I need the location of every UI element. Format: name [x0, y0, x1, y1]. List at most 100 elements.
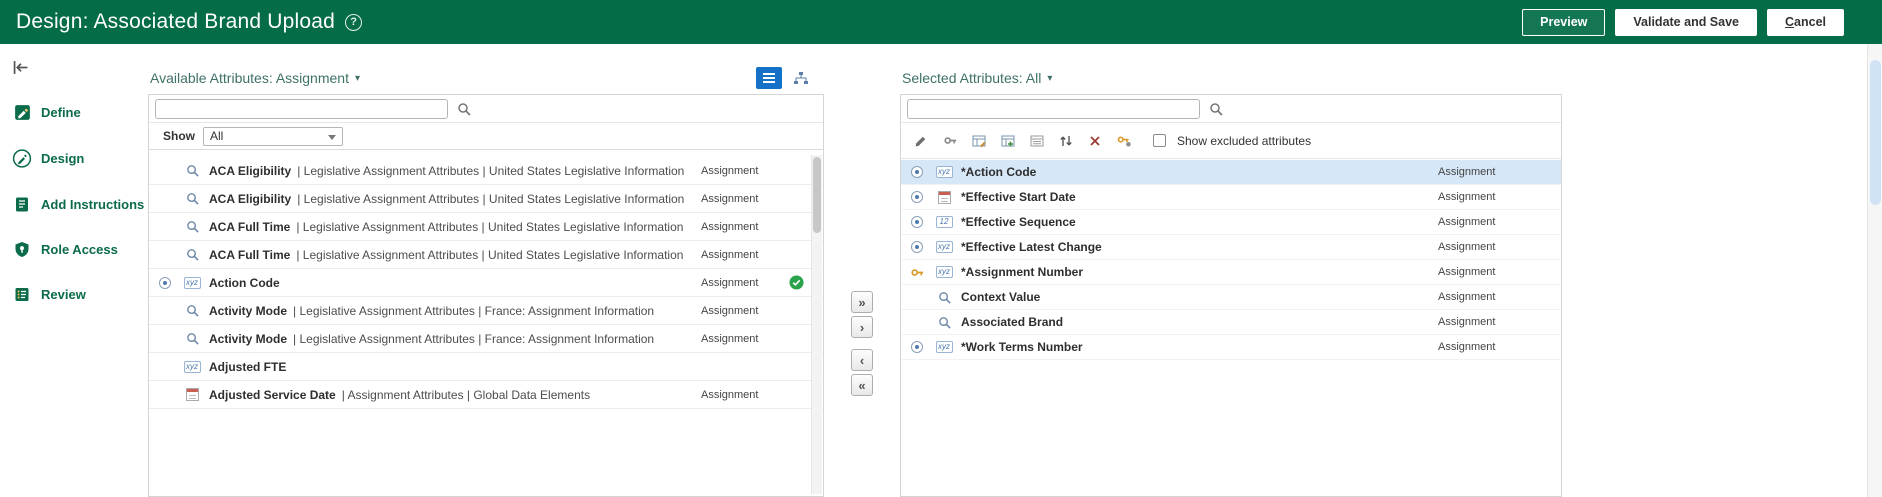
sidebar-item-define[interactable]: Define [0, 90, 148, 135]
show-excluded-checkbox[interactable] [1153, 134, 1166, 147]
key-icon[interactable] [940, 131, 960, 151]
selected-attributes-list: xyz *Action Code Assignment *Effective S… [901, 160, 1561, 496]
attribute-row[interactable]: ACA Eligibility | Legislative Assignment… [149, 185, 823, 213]
attribute-row[interactable]: Context Value Assignment [901, 285, 1561, 310]
attribute-name: *Assignment Number [961, 265, 1084, 279]
sidebar-item-role-access[interactable]: Role Access [0, 227, 148, 272]
edit-attribute-icon[interactable] [969, 131, 989, 151]
reorder-icon[interactable] [1056, 131, 1076, 151]
attribute-category: Assignment [701, 304, 759, 317]
sidebar-item-label: Define [41, 105, 81, 120]
sidebar-item-label: Role Access [41, 242, 118, 257]
attribute-row[interactable]: xyz *Action Code Assignment [901, 160, 1561, 185]
attribute-row[interactable]: xyz *Assignment Number Assignment [901, 260, 1561, 285]
add-attribute-icon[interactable] [998, 131, 1018, 151]
radio-icon[interactable] [909, 166, 925, 178]
sidebar-item-add-instructions[interactable]: Add Instructions [0, 182, 148, 227]
validate-and-save-button[interactable]: Validate and Save [1615, 8, 1757, 36]
selected-check-icon [789, 275, 804, 290]
list-view-icon [763, 73, 775, 83]
define-icon [12, 103, 32, 122]
available-attributes-panel: Available Attributes: Assignment ▾ Show … [148, 62, 824, 497]
collapse-sidebar-button[interactable] [12, 60, 32, 76]
available-search-input[interactable] [155, 98, 448, 119]
cancel-button[interactable]: Cancel [1767, 8, 1844, 36]
lookup-icon [183, 304, 201, 317]
attribute-path: | Legislative Assignment Attributes | Fr… [293, 303, 655, 318]
text-attribute-icon: xyz [935, 266, 953, 278]
selected-attributes-toolbar: Show excluded attributes [901, 123, 1561, 159]
scrollbar-thumb[interactable] [813, 157, 821, 233]
attribute-category: Assignment [1438, 241, 1496, 253]
attribute-category: Assignment [1438, 266, 1496, 278]
sidebar-item-review[interactable]: Review [0, 272, 148, 317]
move-right-button[interactable]: › [851, 316, 873, 338]
attribute-row[interactable]: xyz *Work Terms Number Assignment [901, 335, 1561, 360]
sidebar-item-label: Review [41, 287, 86, 302]
edit-icon[interactable] [911, 131, 931, 151]
selected-search-input[interactable] [907, 98, 1200, 119]
available-attributes-title-dropdown[interactable]: Available Attributes: Assignment ▾ [150, 70, 360, 86]
move-all-right-button[interactable]: » [851, 291, 873, 313]
attribute-row[interactable]: ACA Full Time | Legislative Assignment A… [149, 241, 823, 269]
attribute-path: | Legislative Assignment Attributes | Fr… [293, 331, 655, 346]
header-actions: Preview Validate and Save Cancel [1522, 8, 1844, 36]
chevron-down-icon: ▾ [1047, 72, 1053, 84]
text-attribute-icon: xyz [935, 166, 953, 178]
page-scrollbar[interactable] [1867, 44, 1882, 497]
radio-icon[interactable] [909, 241, 925, 253]
list-view-button[interactable] [756, 67, 782, 89]
available-list-scrollbar[interactable] [811, 155, 822, 494]
attribute-row[interactable]: xyz Adjusted FTE [149, 353, 823, 381]
attribute-row[interactable]: ACA Eligibility | Legislative Assignment… [149, 157, 823, 185]
attribute-row[interactable]: Associated Brand Assignment [901, 310, 1561, 335]
attribute-name: Adjusted Service Date [209, 387, 336, 402]
lookup-icon [183, 192, 201, 205]
text-attribute-icon: xyz [183, 360, 201, 373]
radio-icon[interactable] [157, 276, 173, 289]
tree-view-icon [794, 72, 808, 84]
show-filter-value: All [210, 129, 224, 143]
attribute-details-icon[interactable] [1027, 131, 1047, 151]
lookup-icon [183, 332, 201, 345]
attribute-name: *Work Terms Number [961, 340, 1083, 354]
lookup-icon [183, 164, 201, 177]
move-left-button[interactable]: ‹ [851, 349, 873, 371]
attribute-row[interactable]: 12 *Effective Sequence Assignment [901, 210, 1561, 235]
chevron-down-icon [328, 134, 336, 140]
generate-key-icon[interactable] [1114, 131, 1134, 151]
attribute-row[interactable]: ACA Full Time | Legislative Assignment A… [149, 213, 823, 241]
move-all-left-button[interactable]: « [851, 374, 873, 396]
attribute-name: Action Code [209, 275, 280, 290]
search-icon[interactable] [457, 102, 471, 116]
text-attribute-icon: xyz [183, 276, 201, 289]
attribute-category: Assignment [701, 332, 759, 345]
attribute-row[interactable]: Adjusted Service Date | Assignment Attri… [149, 381, 823, 409]
sidebar-item-design[interactable]: Design [0, 135, 148, 182]
help-icon[interactable]: ? [345, 13, 363, 31]
attribute-row[interactable]: Activity Mode | Legislative Assignment A… [149, 325, 823, 353]
attribute-category: Assignment [701, 220, 759, 233]
radio-icon[interactable] [909, 341, 925, 353]
tree-view-button[interactable] [788, 67, 814, 89]
attribute-name: ACA Full Time [209, 219, 291, 234]
attribute-row[interactable]: *Effective Start Date Assignment [901, 185, 1561, 210]
attribute-name: ACA Full Time [209, 247, 291, 262]
attribute-row[interactable]: xyz *Effective Latest Change Assignment [901, 235, 1561, 260]
available-attributes-list: ACA Eligibility | Legislative Assignment… [149, 151, 823, 496]
preview-button[interactable]: Preview [1522, 8, 1606, 36]
search-icon[interactable] [1209, 102, 1223, 116]
radio-icon[interactable] [909, 191, 925, 203]
attribute-name: Associated Brand [961, 315, 1064, 329]
attribute-row[interactable]: Activity Mode | Legislative Assignment A… [149, 297, 823, 325]
attribute-path: | Legislative Assignment Attributes | Un… [296, 247, 684, 262]
delete-icon[interactable] [1085, 131, 1105, 151]
scrollbar-thumb[interactable] [1870, 60, 1881, 205]
show-filter-select[interactable]: All [203, 126, 343, 146]
available-attributes-title: Available Attributes: Assignment [150, 70, 349, 86]
attribute-category: Assignment [701, 388, 759, 401]
attribute-row[interactable]: xyz Action Code Assignment [149, 269, 823, 297]
date-attribute-icon [935, 190, 953, 204]
radio-icon[interactable] [909, 216, 925, 228]
selected-attributes-title-dropdown[interactable]: Selected Attributes: All ▾ [902, 70, 1052, 86]
